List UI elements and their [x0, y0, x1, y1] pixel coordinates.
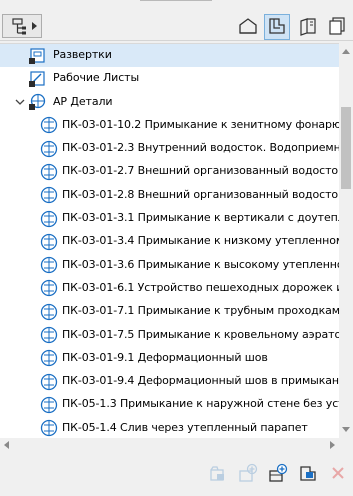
detail-icon	[40, 116, 58, 134]
tree-item-label: ПК-03-01-10.2 Примыкание к зенитному фон…	[62, 117, 339, 131]
view-map-button[interactable]	[264, 14, 290, 40]
tree-item-label: АР Детали	[53, 94, 113, 108]
tree-item-label: ПК-03-01-6.1 Устройство пешеходных дорож…	[62, 280, 339, 294]
tree-item-label: ПК-03-01-7.5 Примыкание к кровельному аэ…	[62, 327, 339, 341]
new-view-icon	[268, 463, 288, 486]
tree-item-folder[interactable]: Развертки	[0, 44, 339, 68]
detail-icon	[40, 163, 58, 181]
tree-item-label: Рабочие Листы	[53, 71, 140, 85]
view-map-icon	[267, 16, 287, 39]
navigator-menu-icon	[11, 18, 29, 39]
publisher-sets-button[interactable]	[324, 14, 350, 40]
publisher-sets-icon	[327, 16, 347, 39]
tree-item-detail[interactable]: ПК-03-01-3.6 Примыкание к высокому утепл…	[0, 254, 339, 277]
tree-item-label: ПК-03-01-7.1 Примыкание к трубным проход…	[62, 304, 339, 318]
project-map-icon	[238, 16, 258, 39]
tree-item-detail[interactable]: ПК-03-01-7.1 Примыкание к трубным проход…	[0, 300, 339, 323]
view-settings-icon	[298, 463, 318, 486]
layout-book-icon	[298, 16, 318, 39]
detail-icon	[40, 303, 58, 321]
detail-icon	[40, 396, 58, 414]
vertical-scrollbar[interactable]	[339, 43, 353, 438]
detail-icon	[40, 233, 58, 251]
tree-item-detail[interactable]: ПК-03-01-2.8 Внешний организованный водо…	[0, 184, 339, 207]
tree-item-detail[interactable]: ПК-03-01-3.1 Примыкание к вертикали с до…	[0, 207, 339, 230]
detail-icon	[40, 373, 58, 391]
tree-item-detail[interactable]: ПК-05-1.3 Примыкание к наружной стене бе…	[0, 393, 339, 416]
chevron-right-icon	[32, 22, 37, 30]
tree-item-detail[interactable]: ПК-03-01-9.4 Деформационный шов в примык…	[0, 370, 339, 393]
detail-icon	[40, 419, 58, 437]
detail-icon	[40, 140, 58, 158]
detail-icon	[40, 256, 58, 274]
new-folder-icon	[238, 463, 258, 486]
detail-icon	[40, 279, 58, 297]
toolbar-divider	[0, 40, 353, 41]
clone-folder-icon	[208, 463, 228, 486]
tree-item-folder[interactable]: Рабочие Листы	[0, 67, 339, 90]
tree-item-label: ПК-03-01-2.7 Внешний организованный водо…	[62, 164, 339, 178]
layout-book-button[interactable]	[295, 14, 321, 40]
tree-item-label: ПК-03-01-3.4 Примыкание к низкому утепле…	[62, 234, 339, 248]
tree-item-label: ПК-03-01-9.4 Деформационный шов в примык…	[62, 374, 339, 388]
tree-item-label: ПК-03-01-9.1 Деформационный шов	[62, 350, 268, 364]
project-map-button[interactable]	[235, 14, 261, 40]
scroll-right-icon[interactable]	[330, 441, 335, 449]
elevation-view-icon	[28, 47, 46, 65]
detail-icon	[40, 326, 58, 344]
scroll-up-icon[interactable]	[342, 49, 350, 54]
tree-item-detail[interactable]: ПК-05-1.4 Слив через утепленный парапет	[0, 417, 339, 439]
clone-folder-button[interactable]	[206, 462, 230, 486]
tree-item-label: ПК-03-01-2.3 Внутренний водосток. Водопр…	[62, 141, 339, 155]
scroll-left-icon[interactable]	[4, 441, 9, 449]
horizontal-scrollbar[interactable]	[0, 438, 353, 452]
scroll-down-icon[interactable]	[342, 427, 350, 432]
tree-item-label: ПК-03-01-2.8 Внешний организованный водо…	[62, 187, 339, 201]
view-settings-button[interactable]	[296, 462, 320, 486]
tree-item-detail[interactable]: ПК-03-01-10.2 Примыкание к зенитному фон…	[0, 114, 339, 137]
delete-icon	[330, 465, 346, 484]
tree-item-detail[interactable]: ПК-03-01-6.1 Устройство пешеходных дорож…	[0, 277, 339, 300]
delete-button[interactable]	[326, 462, 350, 486]
detail-folder-icon	[28, 93, 46, 111]
tree-item-label: ПК-05-1.3 Примыкание к наружной стене бе…	[62, 397, 339, 411]
detail-icon	[40, 210, 58, 228]
new-folder-button[interactable]	[236, 462, 260, 486]
detail-icon	[40, 186, 58, 204]
tree-item-label: Развертки	[53, 48, 112, 61]
view-map-tree: Развертки Рабочие Листы АР Детали ПК-03-01-…	[0, 43, 339, 439]
navigator-bottom-bar	[0, 452, 353, 496]
detail-icon	[40, 349, 58, 367]
tree-item-label: ПК-03-01-3.6 Примыкание к высокому утепл…	[62, 257, 339, 271]
tree-item-detail[interactable]: ПК-03-01-7.5 Примыкание к кровельному аэ…	[0, 324, 339, 347]
navigator-toolbar	[0, 12, 353, 40]
tree-item-label: ПК-03-01-3.1 Примыкание к вертикали с до…	[62, 211, 339, 225]
new-view-button[interactable]	[266, 462, 290, 486]
tree-item-detail[interactable]: ПК-03-01-2.3 Внутренний водосток. Водопр…	[0, 137, 339, 160]
tree-item-detail[interactable]: ПК-03-01-3.4 Примыкание к низкому утепле…	[0, 230, 339, 253]
tree-item-detail[interactable]: ПК-03-01-9.1 Деформационный шов	[0, 347, 339, 370]
worksheet-view-icon	[28, 70, 46, 88]
navigator-menu-button[interactable]	[2, 14, 42, 38]
scroll-thumb[interactable]	[341, 107, 351, 189]
tree-item-folder[interactable]: АР Детали	[0, 91, 339, 114]
panel-grip[interactable]	[140, 0, 212, 5]
tree-item-label: ПК-05-1.4 Слив через утепленный парапет	[62, 420, 308, 434]
chevron-down-icon[interactable]	[15, 97, 25, 107]
tree-item-detail[interactable]: ПК-03-01-2.7 Внешний организованный водо…	[0, 160, 339, 183]
